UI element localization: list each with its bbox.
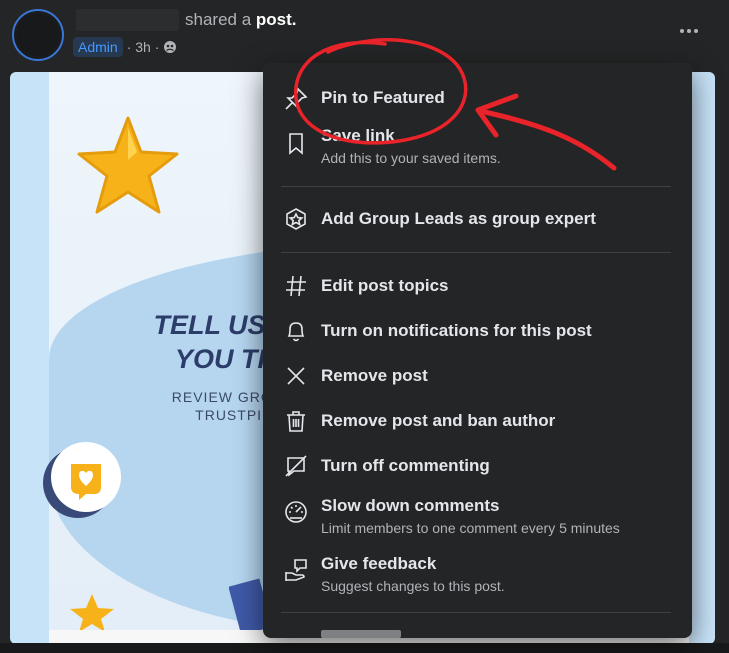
- menu-desc: Suggest changes to this post.: [321, 578, 505, 594]
- bottom-bar: [0, 643, 729, 653]
- menu-label: Give feedback: [321, 554, 437, 573]
- small-star-icon: [70, 594, 114, 632]
- post-time[interactable]: · 3h ·: [127, 39, 160, 55]
- menu-item-pin-to-featured[interactable]: Pin to Featured: [271, 80, 684, 120]
- menu-item-remove-and-ban[interactable]: Remove post and ban author: [271, 401, 684, 441]
- menu-desc: Limit members to one comment every 5 min…: [321, 520, 620, 536]
- more-options-button[interactable]: [677, 24, 701, 38]
- menu-label: Edit post topics: [321, 276, 449, 295]
- x-icon: [283, 363, 309, 389]
- post-options-menu: Pin to Featured Save link Add this to yo…: [263, 64, 692, 638]
- feedback-icon: [283, 557, 309, 583]
- menu-label: Slow down comments: [321, 496, 500, 515]
- menu-label: Remove post and ban author: [321, 411, 556, 430]
- bell-icon: [283, 318, 309, 344]
- more-horizontal-icon: [680, 29, 684, 33]
- menu-item-slow-down-comments[interactable]: Slow down comments Limit members to one …: [271, 490, 684, 546]
- shared-line: shared a post.: [185, 10, 297, 30]
- menu-item-give-feedback[interactable]: Give feedback Suggest changes to this po…: [271, 548, 684, 604]
- menu-divider: [281, 186, 671, 187]
- hashtag-icon: [283, 273, 309, 299]
- shared-object-link[interactable]: post.: [256, 10, 297, 29]
- trash-icon: [283, 408, 309, 434]
- menu-item-add-group-expert[interactable]: Add Group Leads as group expert: [271, 200, 684, 240]
- group-icon: [164, 41, 177, 53]
- menu-label: Remove post: [321, 366, 428, 385]
- menu-item-cut-off[interactable]: [321, 630, 401, 638]
- menu-label: Turn on notifications for this post: [321, 321, 592, 340]
- pin-icon: [283, 86, 309, 112]
- more-dot: [687, 29, 691, 33]
- avatar-image: [17, 14, 59, 56]
- heart-logo-icon: [71, 464, 101, 500]
- admin-badge[interactable]: Admin: [73, 37, 123, 57]
- author-name-redacted[interactable]: [76, 9, 179, 31]
- gauge-icon: [283, 499, 309, 525]
- menu-divider: [281, 252, 671, 253]
- menu-label: Save link: [321, 126, 395, 145]
- menu-desc: Add this to your saved items.: [321, 150, 501, 166]
- menu-label: Turn off commenting: [321, 456, 490, 475]
- brand-logo: [51, 442, 121, 512]
- more-dot: [694, 29, 698, 33]
- star-icon: [77, 116, 179, 214]
- expert-badge-icon: [283, 206, 309, 232]
- menu-item-save-link[interactable]: Save link Add this to your saved items.: [271, 124, 684, 180]
- author-avatar[interactable]: [12, 9, 64, 61]
- post-meta: Admin · 3h ·: [73, 36, 177, 58]
- post-header: shared a post. Admin · 3h ·: [0, 0, 729, 70]
- menu-item-turn-off-commenting[interactable]: Turn off commenting: [271, 446, 684, 486]
- menu-item-remove-post[interactable]: Remove post: [271, 356, 684, 396]
- menu-label: Add Group Leads as group expert: [321, 209, 596, 228]
- menu-divider: [281, 612, 671, 613]
- comment-off-icon: [283, 453, 309, 479]
- menu-item-edit-post-topics[interactable]: Edit post topics: [271, 266, 684, 306]
- menu-item-turn-on-notifications[interactable]: Turn on notifications for this post: [271, 311, 684, 351]
- menu-label: Pin to Featured: [321, 88, 445, 107]
- shared-prefix: shared a: [185, 10, 252, 29]
- bookmark-icon: [283, 130, 309, 156]
